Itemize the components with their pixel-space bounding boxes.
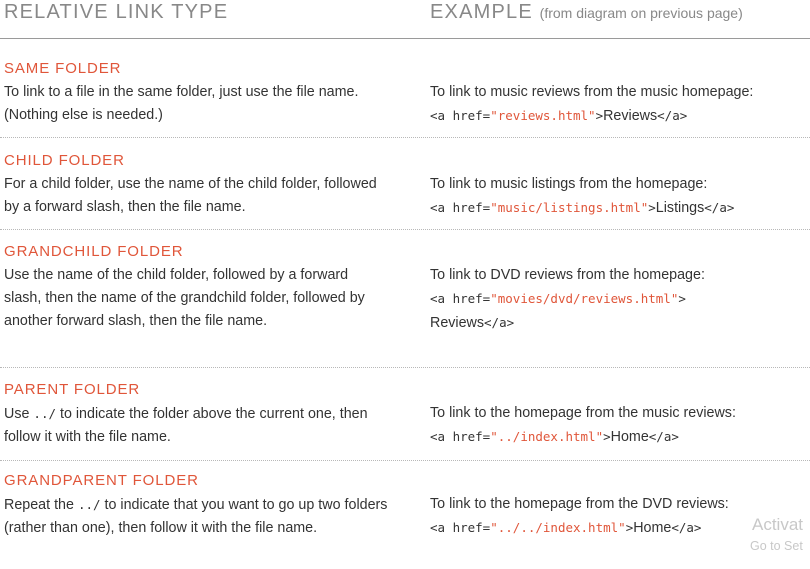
code-end-tag: </a> [657, 108, 688, 123]
row-divider [0, 460, 810, 461]
row-description: Repeat the ../ to indicate that you want… [4, 493, 389, 540]
table-row: PARENT FOLDER Use ../ to indicate the fo… [0, 381, 810, 471]
code-close-bracket: > [648, 200, 656, 215]
code-href-value: "reviews.html" [490, 108, 596, 123]
table-row: CHILD FOLDER For a child folder, use the… [0, 152, 810, 242]
example-intro: To link to the homepage from the DVD rev… [430, 496, 729, 512]
row-divider [0, 229, 810, 230]
row-description: Use ../ to indicate the folder above the… [4, 402, 389, 449]
code-href-value: "music/listings.html" [490, 200, 649, 215]
row-description: To link to a file in the same folder, ju… [4, 84, 359, 123]
code-link-text: Reviews [430, 315, 485, 331]
row-example: To link to the homepage from the music r… [430, 402, 810, 449]
row-divider [0, 367, 810, 368]
example-code: <a href="../index.html">Home</a> [430, 425, 810, 449]
code-end-tag: </a> [484, 315, 515, 330]
example-code: <a href="movies/dvd/reviews.html"> [430, 287, 810, 311]
row-title: GRANDCHILD FOLDER [4, 243, 184, 260]
desc-text-post: to indicate the folder above the current… [4, 406, 368, 445]
table-row: SAME FOLDER To link to a file in the sam… [0, 60, 810, 150]
header-divider [0, 38, 810, 39]
column-header-example-label: EXAMPLE [430, 1, 533, 23]
row-divider [0, 137, 810, 138]
code-close-bracket: > [595, 108, 604, 123]
row-example: To link to music listings from the homep… [430, 173, 810, 220]
row-title: CHILD FOLDER [4, 152, 125, 169]
activation-watermark-subtext: Go to Set [750, 539, 803, 553]
column-header-note: (from diagram on previous page) [539, 5, 743, 21]
desc-code: ../ [77, 497, 101, 512]
code-end-tag: </a> [648, 429, 679, 444]
table-row: GRANDCHILD FOLDER Use the name of the ch… [0, 243, 810, 378]
example-intro: To link to DVD reviews from the homepage… [430, 267, 705, 283]
code-open-tag: <a href= [430, 200, 491, 215]
example-code: <a href="reviews.html">Reviews</a> [430, 104, 810, 128]
code-link-text: Reviews [603, 108, 658, 124]
row-title: SAME FOLDER [4, 60, 122, 77]
code-end-tag: </a> [704, 200, 735, 215]
code-href-value: "movies/dvd/reviews.html" [490, 291, 679, 306]
code-open-tag: <a href= [430, 520, 491, 535]
example-intro: To link to music listings from the homep… [430, 176, 708, 192]
column-header-link-type: RELATIVE LINK TYPE [4, 1, 229, 23]
code-open-tag: <a href= [430, 291, 491, 306]
example-intro: To link to music reviews from the music … [430, 84, 754, 100]
table-header: RELATIVE LINK TYPE EXAMPLE (from diagram… [0, 0, 810, 40]
desc-text-pre: Repeat the [4, 497, 74, 513]
example-code: <a href="music/listings.html">Listings</… [430, 196, 810, 220]
example-code-continued: Reviews</a> [430, 311, 810, 335]
code-link-text: Listings [655, 200, 705, 216]
desc-code: ../ [33, 406, 56, 421]
code-close-bracket: > [678, 291, 686, 306]
activation-watermark: Activat [752, 515, 804, 534]
row-title: GRANDPARENT FOLDER [4, 472, 199, 489]
code-end-tag: </a> [671, 520, 702, 535]
row-example: To link to music reviews from the music … [430, 81, 810, 128]
code-open-tag: <a href= [430, 108, 491, 123]
example-intro: To link to the homepage from the music r… [430, 405, 736, 421]
row-description: For a child folder, use the name of the … [4, 176, 377, 215]
row-example: To link to DVD reviews from the homepage… [430, 264, 810, 335]
code-open-tag: <a href= [430, 429, 491, 444]
code-link-text: Home [633, 520, 672, 536]
table-row: GRANDPARENT FOLDER Repeat the ../ to ind… [0, 472, 810, 569]
desc-text-pre: Use [4, 406, 30, 422]
row-title: PARENT FOLDER [4, 381, 141, 398]
column-header-example: EXAMPLE (from diagram on previous page) [430, 1, 743, 24]
code-href-value: "../index.html" [490, 429, 604, 444]
code-href-value: "../../index.html" [490, 520, 626, 535]
row-description: Use the name of the child folder, follow… [4, 267, 365, 329]
code-close-bracket: > [603, 429, 611, 444]
code-link-text: Home [610, 429, 649, 445]
